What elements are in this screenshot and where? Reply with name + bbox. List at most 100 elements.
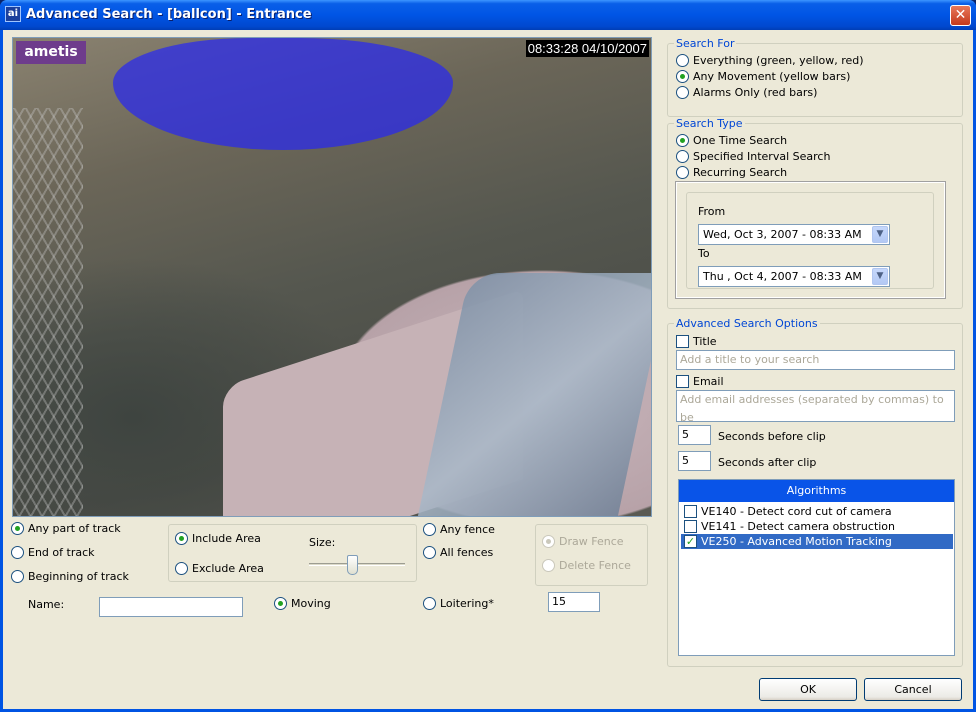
delete-fence-radio[interactable]: Delete Fence — [542, 559, 631, 572]
radio-label: Recurring Search — [693, 166, 788, 179]
seconds-before-label: Seconds before clip — [718, 430, 826, 443]
loitering-radio[interactable]: Loitering* — [423, 597, 494, 610]
specified-interval-search-radio[interactable]: Specified Interval Search — [676, 150, 830, 163]
radio-off-icon — [423, 523, 436, 536]
radio-off-icon — [542, 559, 555, 572]
window-title: Advanced Search - [ballcon] - Entrance — [26, 7, 312, 22]
chevron-down-icon[interactable]: ▼ — [872, 268, 888, 285]
radio-label: Moving — [291, 597, 331, 610]
algorithms-header: Algorithms — [679, 480, 954, 502]
checkbox-checked-icon[interactable]: ✓ — [684, 535, 697, 548]
algorithm-item-ve140[interactable]: VE140 - Detect cord cut of camera — [681, 504, 953, 519]
beginning-of-track-radio[interactable]: Beginning of track — [11, 570, 129, 583]
radio-on-icon — [542, 535, 555, 548]
radio-off-icon — [11, 546, 24, 559]
any-part-of-track-radio[interactable]: Any part of track — [11, 522, 121, 535]
date-range-panel: From Wed, Oct 3, 2007 - 08:33 AM ▼ To Th… — [675, 181, 946, 299]
camera-video-view[interactable]: ametis 08:33:28 04/10/2007 — [12, 37, 652, 517]
size-label: Size: — [309, 536, 336, 549]
close-button[interactable]: ✕ — [950, 5, 971, 26]
chain-link-fence — [13, 108, 83, 516]
radio-on-icon — [11, 522, 24, 535]
email-input[interactable]: Add email addresses (separated by commas… — [676, 390, 955, 424]
to-date-picker[interactable]: Thu , Oct 4, 2007 - 08:33 AM ▼ — [698, 266, 890, 287]
end-of-track-radio[interactable]: End of track — [11, 546, 95, 559]
radio-label: Any fence — [440, 523, 495, 536]
checkbox-icon — [676, 375, 689, 388]
ok-button[interactable]: OK — [759, 678, 857, 701]
all-fences-radio[interactable]: All fences — [423, 546, 493, 559]
loitering-seconds-input[interactable]: 15 — [548, 592, 600, 612]
title-checkbox[interactable]: Title — [676, 335, 717, 348]
radio-label: End of track — [28, 546, 95, 559]
any-fence-radio[interactable]: Any fence — [423, 523, 495, 536]
radio-off-icon — [423, 546, 436, 559]
radio-label: Everything (green, yellow, red) — [693, 54, 864, 67]
title-label: Title — [693, 335, 717, 348]
radio-off-icon — [676, 54, 689, 67]
algorithm-label: VE141 - Detect camera obstruction — [701, 520, 896, 533]
radio-label: Specified Interval Search — [693, 150, 831, 163]
radio-label: Exclude Area — [192, 562, 264, 575]
draw-fence-radio[interactable]: Draw Fence — [542, 535, 624, 548]
radio-off-icon — [423, 597, 436, 610]
radio-label: Alarms Only (red bars) — [693, 86, 818, 99]
search-for-any-movement-radio[interactable]: Any Movement (yellow bars) — [676, 70, 850, 83]
radio-label: Any part of track — [28, 522, 121, 535]
recurring-search-radio[interactable]: Recurring Search — [676, 166, 787, 179]
algorithms-list[interactable]: Algorithms VE140 - Detect cord cut of ca… — [678, 479, 955, 656]
radio-on-icon — [274, 597, 287, 610]
search-for-alarms-only-radio[interactable]: Alarms Only (red bars) — [676, 86, 817, 99]
fence-tools-group: Draw Fence Delete Fence — [535, 524, 648, 586]
title-bar[interactable]: ai Advanced Search - [ballcon] - Entranc… — [0, 0, 976, 30]
name-input[interactable] — [99, 597, 243, 617]
cancel-button[interactable]: Cancel — [864, 678, 962, 701]
radio-off-icon — [676, 150, 689, 163]
search-type-group: Search Type One Time Search Specified In… — [667, 117, 963, 309]
algorithm-label: VE140 - Detect cord cut of camera — [701, 505, 892, 518]
chevron-down-icon[interactable]: ▼ — [872, 226, 888, 243]
radio-label: Draw Fence — [559, 535, 624, 548]
dialog-body: ametis 08:33:28 04/10/2007 Any part of t… — [3, 30, 973, 709]
search-type-legend: Search Type — [674, 117, 745, 130]
radio-on-icon — [676, 70, 689, 83]
date-range-frame: From Wed, Oct 3, 2007 - 08:33 AM ▼ To Th… — [686, 192, 934, 289]
radio-label: One Time Search — [693, 134, 788, 147]
checkbox-icon[interactable] — [684, 520, 697, 533]
radio-off-icon — [175, 562, 188, 575]
to-date-value: Thu , Oct 4, 2007 - 08:33 AM — [703, 270, 862, 283]
moving-radio[interactable]: Moving — [274, 597, 331, 610]
advanced-options-group: Advanced Search Options Title Add a titl… — [667, 317, 963, 667]
size-slider-thumb[interactable] — [347, 555, 358, 575]
from-date-picker[interactable]: Wed, Oct 3, 2007 - 08:33 AM ▼ — [698, 224, 890, 245]
title-input[interactable]: Add a title to your search — [676, 350, 955, 370]
radio-label: Beginning of track — [28, 570, 129, 583]
include-area-radio[interactable]: Include Area — [175, 532, 261, 545]
advanced-options-legend: Advanced Search Options — [674, 317, 820, 330]
from-date-value: Wed, Oct 3, 2007 - 08:33 AM — [703, 228, 862, 241]
radio-label: All fences — [440, 546, 494, 559]
radio-off-icon — [676, 86, 689, 99]
search-for-legend: Search For — [674, 37, 737, 50]
email-label: Email — [693, 375, 724, 388]
exclude-area-radio[interactable]: Exclude Area — [175, 562, 264, 575]
search-for-everything-radio[interactable]: Everything (green, yellow, red) — [676, 54, 864, 67]
checkbox-icon — [676, 335, 689, 348]
radio-label: Include Area — [192, 532, 261, 545]
algorithm-item-ve141[interactable]: VE141 - Detect camera obstruction — [681, 519, 953, 534]
radio-off-icon — [11, 570, 24, 583]
video-timestamp: 08:33:28 04/10/2007 — [525, 40, 649, 57]
seconds-after-label: Seconds after clip — [718, 456, 817, 469]
seconds-after-input[interactable]: 5 — [678, 451, 711, 471]
algorithm-item-ve250[interactable]: ✓ VE250 - Advanced Motion Tracking — [681, 534, 953, 549]
search-for-group: Search For Everything (green, yellow, re… — [667, 37, 963, 117]
radio-on-icon — [175, 532, 188, 545]
email-checkbox[interactable]: Email — [676, 375, 724, 388]
search-area-mask[interactable] — [113, 38, 453, 150]
one-time-search-radio[interactable]: One Time Search — [676, 134, 787, 147]
checkbox-icon[interactable] — [684, 505, 697, 518]
ametis-logo: ametis — [16, 41, 86, 64]
seconds-before-input[interactable]: 5 — [678, 425, 711, 445]
advanced-search-window: ai Advanced Search - [ballcon] - Entranc… — [0, 0, 976, 712]
car-windshield — [416, 273, 651, 516]
